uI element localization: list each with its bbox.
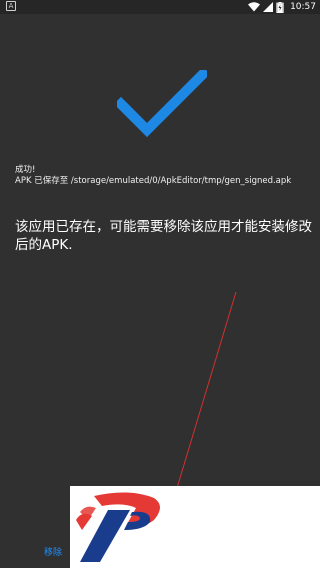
status-icons: 10:57 <box>248 0 316 14</box>
remove-button[interactable]: 移除 <box>38 540 68 562</box>
battery-charging-icon <box>276 1 284 13</box>
conflict-message: 该应用已存在，可能需要移除该应用才能安装修改后的APK. <box>15 219 312 253</box>
checkmark-icon <box>117 70 207 138</box>
status-time: 10:57 <box>290 2 316 12</box>
cell-signal-icon <box>263 2 274 12</box>
saved-path-text: APK 已保存至 /storage/emulated/0/ApkEditor/t… <box>15 176 292 186</box>
wifi-icon <box>248 2 261 12</box>
app-a-glyph: A <box>8 2 14 10</box>
app-a-icon: A <box>6 1 16 11</box>
logo-overlay <box>70 486 320 568</box>
status-bar: A 10:57 <box>0 0 320 14</box>
success-text: 成功! <box>15 165 36 175</box>
brand-p-logo-icon <box>76 492 160 562</box>
